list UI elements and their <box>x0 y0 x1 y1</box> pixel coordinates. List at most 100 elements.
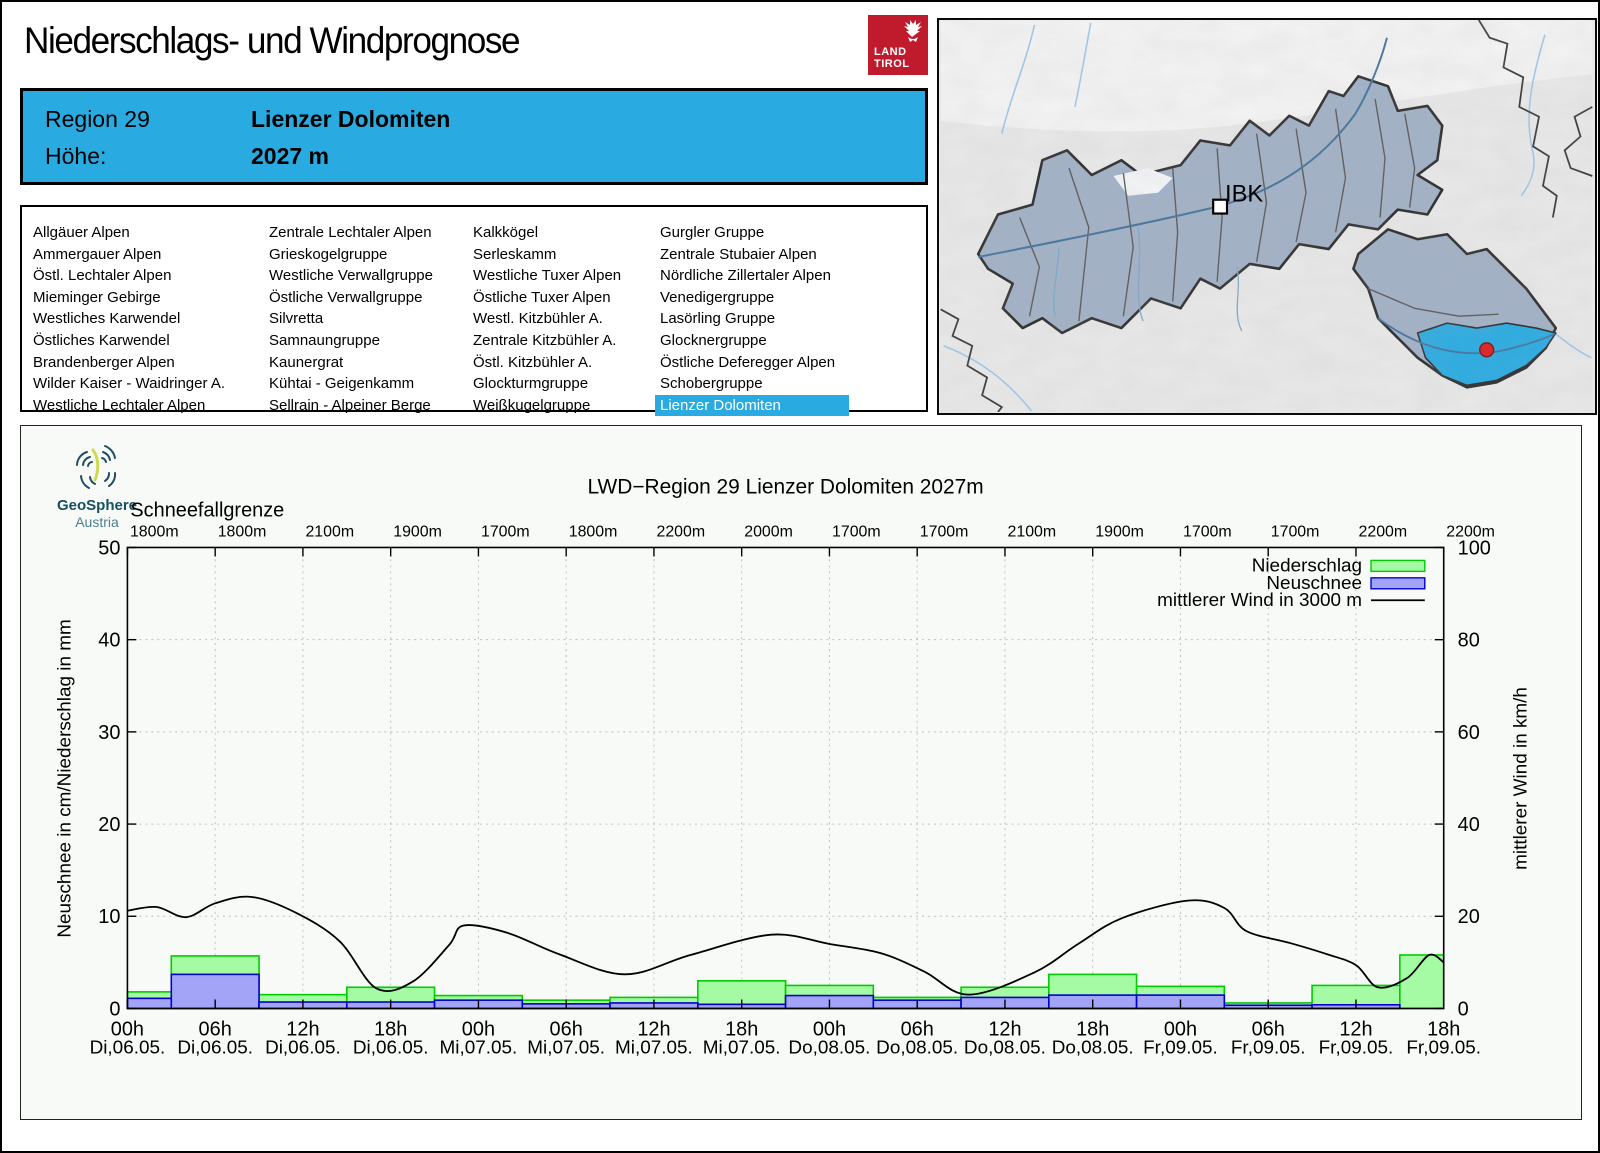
snowline-value: 1800m <box>218 524 267 541</box>
altitude-label: Höhe: <box>45 143 107 169</box>
region-name-value: Lienzer Dolomiten <box>251 106 451 132</box>
y-right-label: 40 <box>1458 814 1480 836</box>
snowline-value: 1700m <box>481 524 530 541</box>
region-list-item[interactable]: Zentrale Stubaier Alpen <box>655 244 849 266</box>
x-day-label: Mi,07.05. <box>703 1037 781 1058</box>
snowline-value: 1700m <box>1271 524 1320 541</box>
tirol-map: IBK <box>937 18 1597 415</box>
region-number-label: Region 29 <box>45 106 150 132</box>
y-right-title: mittlerer Wind in km/h <box>1510 687 1531 870</box>
legend-swatch-neuschnee <box>1370 577 1426 590</box>
region-list-item[interactable]: Westl. Kitzbühler A. <box>468 308 626 330</box>
region-list-item[interactable]: Nördliche Zillertaler Alpen <box>655 265 849 287</box>
region-list-item[interactable]: Westliches Karwendel <box>28 308 230 330</box>
region-list-item[interactable]: Wilder Kaiser - Waidringer A. <box>28 373 230 395</box>
region-list-item[interactable]: Zentrale Kitzbühler A. <box>468 330 626 352</box>
region-list-item[interactable]: Westliche Lechtaler Alpen <box>28 395 230 417</box>
y-left-label: 40 <box>98 630 120 652</box>
region-list-item[interactable]: Östliche Tuxer Alpen <box>468 287 626 309</box>
snowline-value: 2200m <box>1358 524 1407 541</box>
page-title: Niederschlags- und Windprognose <box>24 20 521 61</box>
station-dot <box>1479 342 1495 358</box>
legend-swatch-niederschlag <box>1370 559 1426 573</box>
snowline-value: 1700m <box>1183 524 1232 541</box>
region-list-item[interactable]: Glocknergruppe <box>655 330 849 352</box>
wind-line <box>127 895 1445 996</box>
y-left-label: 50 <box>98 537 120 559</box>
logo-line1: LAND <box>874 46 907 58</box>
x-day-label: Do,08.05. <box>788 1037 870 1058</box>
legend-label: mittlerer Wind in 3000 m <box>1157 590 1362 611</box>
region-list-item[interactable]: Lasörling Gruppe <box>655 308 849 330</box>
snowline-value: 1700m <box>832 524 881 541</box>
region-list-item[interactable]: Östliche Deferegger Alpen <box>655 352 849 374</box>
region-list-item[interactable]: Östl. Kitzbühler A. <box>468 352 626 374</box>
x-day-label: Di,06.05. <box>90 1037 166 1058</box>
chart-title: LWD−Region 29 Lienzer Dolomiten 2027m <box>587 476 983 499</box>
region-list-item[interactable]: Grieskogelgruppe <box>264 244 438 266</box>
snowline-value: 2000m <box>744 524 793 541</box>
region-list-item[interactable]: Glockturmgruppe <box>468 373 626 395</box>
x-day-label: Di,06.05. <box>353 1037 429 1058</box>
region-list-item[interactable]: Ammergauer Alpen <box>28 244 230 266</box>
region-header: Region 29 Lienzer Dolomiten Höhe: 2027 m <box>20 88 928 185</box>
y-right-label: 60 <box>1458 722 1480 744</box>
region-list-item[interactable]: Brandenberger Alpen <box>28 352 230 374</box>
altitude-value: 2027 m <box>251 143 330 169</box>
x-day-label: Do,08.05. <box>1052 1037 1134 1058</box>
x-day-label: Fr,09.05. <box>1319 1037 1394 1058</box>
region-list-item[interactable]: Gurgler Gruppe <box>655 222 849 244</box>
x-day-label: Mi,07.05. <box>615 1037 693 1058</box>
y-left-label: 0 <box>109 998 120 1020</box>
region-list-column: Kalkkögel Serleskamm Westliche Tuxer Alpen… <box>473 222 626 416</box>
snowline-value: 1700m <box>920 524 969 541</box>
y-left-title: Neuschnee in cm/Niederschlag in mm <box>55 619 76 937</box>
region-list-item[interactable]: Kalkkögel <box>468 222 626 244</box>
region-list-item-selected[interactable]: Lienzer Dolomiten <box>655 394 849 417</box>
ibk-label: IBK <box>1225 182 1263 208</box>
y-right-label: 20 <box>1458 906 1480 928</box>
snowline-value: 1900m <box>393 524 442 541</box>
region-list-item[interactable]: Serleskamm <box>468 244 626 266</box>
region-list-item[interactable]: Schobergruppe <box>655 373 849 395</box>
region-list-item[interactable]: Zentrale Lechtaler Alpen <box>264 222 438 244</box>
region-list-item[interactable]: Westliche Verwallgruppe <box>264 265 438 287</box>
snowline-value: 1900m <box>1095 524 1144 541</box>
y-right-label: 80 <box>1458 630 1480 652</box>
region-list-item[interactable]: Östl. Lechtaler Alpen <box>28 265 230 287</box>
y-right-label: 0 <box>1458 998 1469 1020</box>
logo-line2: TIROL <box>874 58 910 70</box>
region-list-item[interactable]: Kühtai - Geigenkamm <box>264 373 438 395</box>
land-tirol-logo: LAND TIROL <box>868 15 928 75</box>
plot-border <box>126 546 1445 1010</box>
forecast-chart-panel: GeoSphere Austria LWD−Region 29 Lienzer … <box>20 425 1582 1120</box>
map-relief-texture <box>940 20 1593 412</box>
x-day-label: Mi,07.05. <box>527 1037 605 1058</box>
x-day-label: Di,06.05. <box>177 1037 253 1058</box>
y-left-label: 10 <box>98 906 120 928</box>
region-list-column: Gurgler Gruppe Zentrale Stubaier Alpen Nör… <box>655 222 849 417</box>
x-day-label: Do,08.05. <box>964 1037 1046 1058</box>
region-list-item[interactable]: Sellrain - Alpeiner Berge <box>264 395 438 417</box>
region-list-item[interactable]: Westliche Tuxer Alpen <box>468 265 626 287</box>
snowline-value: 2200m <box>656 524 705 541</box>
region-list-item[interactable]: Kaunergrat <box>264 352 438 374</box>
region-list-item[interactable]: Östliche Verwallgruppe <box>264 287 438 309</box>
forecast-chart: LWD−Region 29 Lienzer Dolomiten 2027m Sch… <box>55 476 1532 1059</box>
y-left-label: 20 <box>98 814 120 836</box>
snowline-value: 2100m <box>305 524 354 541</box>
snowline-label: Schneefallgrenze <box>130 500 284 522</box>
region-list-item[interactable]: Samnaungruppe <box>264 330 438 352</box>
region-list-item[interactable]: Venedigergruppe <box>655 287 849 309</box>
snowline-value: 1800m <box>130 524 179 541</box>
forecast-page: Niederschlags- und Windprognose LAND TIR… <box>0 0 1600 1153</box>
region-list-item[interactable]: Mieminger Gebirge <box>28 287 230 309</box>
region-list-column: Zentrale Lechtaler Alpen Grieskogelgruppe… <box>269 222 438 416</box>
region-list-item[interactable]: Weißkugelgruppe <box>468 395 626 417</box>
region-list-item[interactable]: Allgäuer Alpen <box>28 222 230 244</box>
x-day-label: Do,08.05. <box>876 1037 958 1058</box>
region-list-item[interactable]: Östliches Karwendel <box>28 330 230 352</box>
region-list-item[interactable]: Silvretta <box>264 308 438 330</box>
snowline-value: 1800m <box>569 524 618 541</box>
snowline-value: 2100m <box>1007 524 1056 541</box>
